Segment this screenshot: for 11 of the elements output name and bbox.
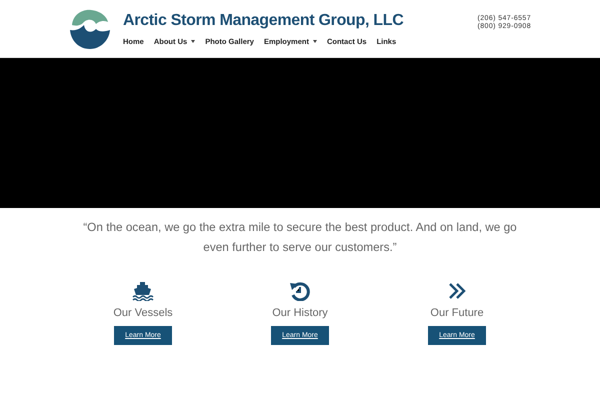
feature-title: Our Vessels (113, 307, 173, 319)
feature-title: Our Future (430, 307, 484, 319)
site-title[interactable]: Arctic Storm Management Group, LLC (123, 12, 478, 30)
chevrons-icon (446, 281, 468, 301)
caret-icon (191, 40, 196, 42)
feature-title: Our History (272, 307, 328, 319)
logo-icon (69, 8, 111, 50)
caret-icon (312, 40, 317, 42)
quote-text: “On the ocean, we go the extra mile to secure the best product. And on land, we go even further to serve our customers.” (82, 219, 518, 256)
ship-icon (132, 281, 154, 301)
history-icon (289, 281, 311, 301)
